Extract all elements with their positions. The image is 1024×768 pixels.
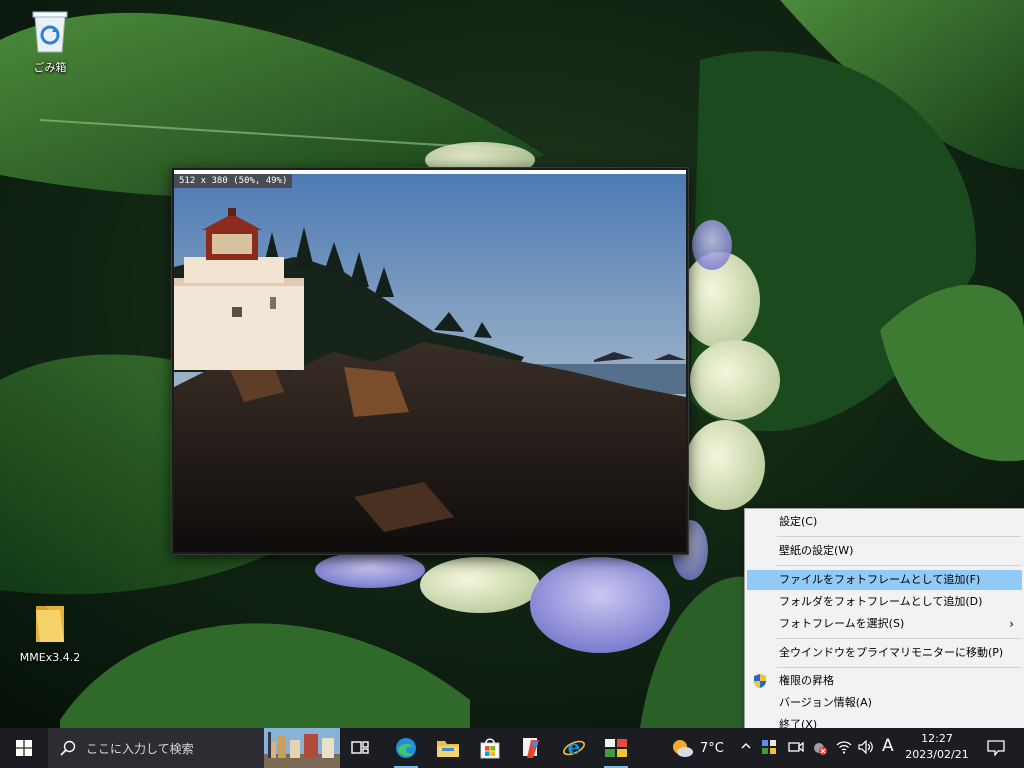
clock-time: 12:27 (921, 732, 953, 745)
menu-item-settings[interactable]: 設定(C) (747, 512, 1022, 532)
menu-item-move-to-primary[interactable]: 全ウインドウをプライマリモニターに移動(P) (747, 643, 1022, 663)
search-icon (60, 740, 76, 756)
weather-temperature: 7°C (700, 740, 724, 756)
notification-icon (987, 740, 1005, 756)
clock-date: 2023/02/21 (905, 748, 969, 761)
store-icon (480, 738, 500, 759)
taskbar-clock[interactable]: 12:27 2023/02/21 (904, 731, 970, 765)
desktop-icon-recycle-bin[interactable]: ごみ箱 (15, 8, 85, 75)
desktop[interactable]: ごみ箱 MMEx3.4.2 512 x 380 (50%, 49%) 設定(C)… (0, 0, 1024, 728)
tray-photo-frame[interactable] (762, 740, 776, 754)
menu-item-select-frame[interactable]: フォトフレームを選択(S) › (747, 614, 1022, 634)
svg-text:e: e (568, 736, 581, 759)
ime-indicator[interactable]: A (882, 736, 894, 756)
taskbar: ここに入力して検索 e 7°C A 12:27 2023/02/21 (0, 728, 1024, 768)
speaker-icon (858, 740, 873, 754)
taskbar-app-paint[interactable] (512, 728, 552, 768)
folder-icon (36, 606, 64, 642)
search-placeholder: ここに入力して検索 (86, 742, 194, 756)
file-explorer-icon (437, 741, 459, 757)
menu-item-label: 全ウインドウをプライマリモニターに移動(P) (779, 646, 1004, 659)
tray-volume[interactable] (858, 740, 874, 754)
chevron-up-icon (741, 743, 751, 749)
wifi-icon (836, 741, 852, 754)
menu-separator (777, 565, 1021, 566)
weather-cloud-sun-icon (673, 740, 693, 757)
search-highlight-image (264, 728, 340, 768)
notification-center-button[interactable] (976, 728, 1016, 768)
menu-item-label: 設定(C) (779, 515, 818, 528)
menu-separator (777, 536, 1021, 537)
photo-size-label: 512 x 380 (50%, 49%) (174, 174, 293, 188)
menu-item-label: 権限の昇格 (779, 674, 834, 687)
context-menu[interactable]: 設定(C) 壁紙の設定(W) ファイルをフォトフレームとして追加(F) フォルダ… (744, 508, 1024, 728)
chevron-right-icon: › (1009, 617, 1014, 631)
taskbar-app-store[interactable] (470, 728, 510, 768)
windows-logo-icon (16, 740, 32, 756)
menu-separator (777, 638, 1021, 639)
desktop-icon-label: MMEx3.4.2 (19, 651, 81, 664)
paint-app-icon (523, 738, 539, 758)
photo-frame-app-icon (605, 739, 627, 757)
menu-item-label: 壁紙の設定(W) (779, 544, 854, 557)
tray-overflow-chevron[interactable] (740, 740, 752, 752)
menu-item-exit[interactable]: 終了(X) (747, 715, 1022, 728)
photo-frame-window[interactable]: 512 x 380 (50%, 49%) (172, 168, 688, 554)
taskbar-app-explorer[interactable] (428, 728, 468, 768)
menu-item-label: フォルダをフォトフレームとして追加(D) (779, 595, 983, 608)
camera-icon (788, 741, 804, 753)
start-button[interactable] (4, 728, 44, 768)
menu-item-add-file-as-frame[interactable]: ファイルをフォトフレームとして追加(F) (747, 570, 1022, 590)
photo-frame-tray-icon (762, 740, 776, 754)
taskbar-app-edge[interactable] (386, 728, 426, 768)
tray-network[interactable] (836, 740, 852, 754)
menu-separator (777, 667, 1021, 668)
tray-meet-now[interactable] (788, 740, 804, 754)
taskbar-app-ie[interactable]: e (554, 728, 594, 768)
edge-icon (396, 738, 416, 758)
menu-item-elevate[interactable]: 権限の昇格 (747, 671, 1022, 691)
security-alert-icon (814, 743, 827, 755)
menu-item-version-info[interactable]: バージョン情報(A) (747, 693, 1022, 713)
desktop-icon-folder[interactable]: MMEx3.4.2 (15, 600, 85, 664)
menu-item-label: ファイルをフォトフレームとして追加(F) (779, 573, 981, 586)
lighthouse-photo (174, 172, 686, 552)
taskbar-search[interactable]: ここに入力して検索 (48, 728, 340, 768)
menu-item-wallpaper-settings[interactable]: 壁紙の設定(W) (747, 541, 1022, 561)
taskbar-app-photo-frame[interactable] (596, 728, 636, 768)
menu-item-label: バージョン情報(A) (779, 696, 872, 709)
menu-item-label: 終了(X) (779, 718, 818, 728)
recycle-bin-icon (32, 11, 68, 53)
tray-security[interactable] (812, 740, 828, 756)
desktop-icon-label: ごみ箱 (33, 61, 67, 74)
task-view-button[interactable] (340, 728, 380, 768)
weather-widget[interactable]: 7°C (670, 738, 724, 758)
internet-explorer-icon: e (563, 736, 585, 759)
task-view-icon (351, 741, 369, 754)
uac-shield-icon (754, 674, 766, 688)
menu-item-label: フォトフレームを選択(S) (779, 617, 905, 630)
menu-item-add-folder-as-frame[interactable]: フォルダをフォトフレームとして追加(D) (747, 592, 1022, 612)
